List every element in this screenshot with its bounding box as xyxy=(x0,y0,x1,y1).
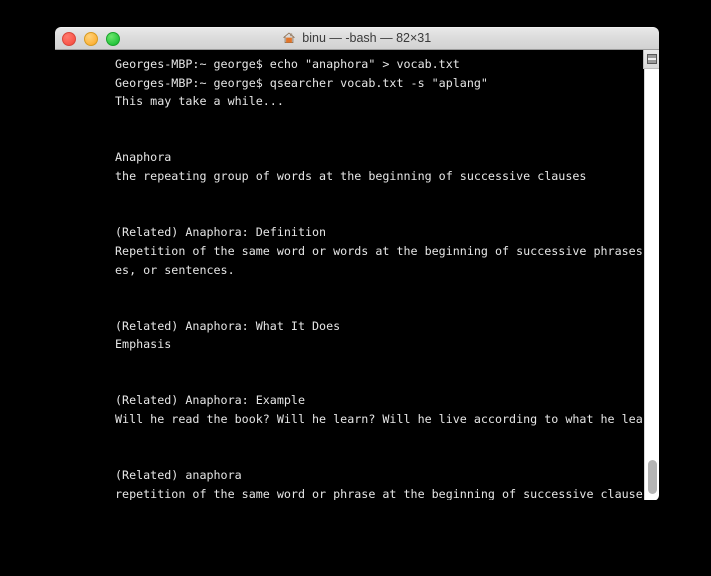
window-titlebar[interactable]: binu — -bash — 82×31 xyxy=(55,27,659,50)
split-pane-button[interactable] xyxy=(643,50,659,69)
terminal-line: Emphasis xyxy=(115,337,172,352)
terminal-line: (Related) Anaphora: Example xyxy=(115,393,305,408)
terminal-line: (Related) Anaphora: What It Does xyxy=(115,318,341,333)
scrollbar-thumb[interactable] xyxy=(648,460,657,494)
terminal-line: Georges-MBP:~ george$ echo "anaphora" > … xyxy=(115,57,460,71)
terminal-line: es, or sentences. xyxy=(115,262,235,277)
terminal-line: repetition of the same word or phrase at… xyxy=(115,486,659,500)
terminal-line: (Related) Anaphora: Definition xyxy=(115,225,327,240)
window-title-text: binu — -bash — 82×31 xyxy=(302,30,432,45)
terminal-output: Georges-MBP:~ george$ echo "anaphora" > … xyxy=(115,55,659,500)
terminal-line: This may take a while... xyxy=(115,94,284,109)
desktop-background: binu — -bash — 82×31 Georges-MBP:~ georg… xyxy=(0,0,711,576)
terminal-body[interactable]: Georges-MBP:~ george$ echo "anaphora" > … xyxy=(55,50,659,500)
terminal-line: Georges-MBP:~ george$ qsearcher vocab.tx… xyxy=(115,75,488,90)
split-pane-icon xyxy=(646,54,657,64)
terminal-line: Anaphora xyxy=(115,150,172,165)
scrollbar-track[interactable] xyxy=(644,69,659,500)
terminal-line: (Related) anaphora xyxy=(115,468,242,483)
window-title-container: binu — -bash — 82×31 xyxy=(55,27,659,51)
terminal-line: Repetition of the same word or words at … xyxy=(115,243,659,258)
home-icon xyxy=(282,29,295,51)
terminal-window[interactable]: binu — -bash — 82×31 Georges-MBP:~ georg… xyxy=(55,27,659,501)
terminal-line: Will he read the book? Will he learn? Wi… xyxy=(115,412,659,427)
terminal-line: the repeating group of words at the begi… xyxy=(115,169,587,184)
